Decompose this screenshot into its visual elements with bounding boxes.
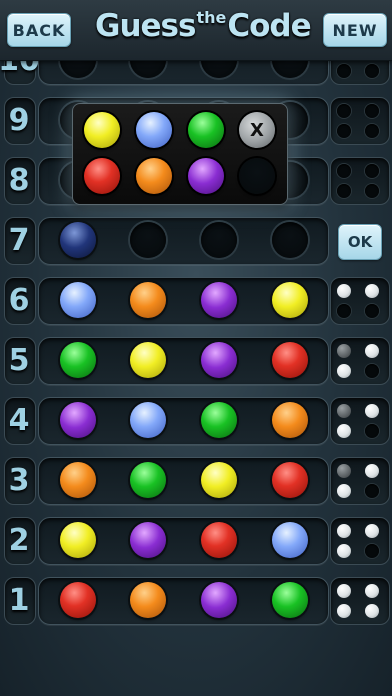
blue-peg xyxy=(130,402,166,438)
row-number: 3 xyxy=(8,462,30,498)
row-number: 1 xyxy=(8,582,30,618)
feedback-peg-white xyxy=(365,524,379,538)
color-option-green[interactable] xyxy=(188,112,224,148)
feedback-peg-empty xyxy=(365,544,379,558)
ok-button[interactable]: OK xyxy=(338,224,382,260)
feedback-box xyxy=(330,457,390,505)
feedback-peg-white xyxy=(365,284,379,298)
yellow-peg xyxy=(60,522,96,558)
feedback-peg-empty xyxy=(365,304,379,318)
row-number: 4 xyxy=(8,402,30,438)
feedback-peg-empty xyxy=(365,364,379,378)
feedback-box xyxy=(330,277,390,325)
feedback-box xyxy=(330,337,390,385)
color-option-purple[interactable] xyxy=(188,158,224,194)
feedback-peg-empty xyxy=(337,124,351,138)
feedback-peg-empty xyxy=(365,484,379,498)
feedback-peg-empty xyxy=(337,104,351,118)
feedback-peg-empty xyxy=(365,424,379,438)
red-peg xyxy=(272,342,308,378)
feedback-peg-white xyxy=(337,584,351,598)
red-peg xyxy=(60,582,96,618)
title-guess: Guess xyxy=(95,8,196,44)
feedback-peg-white xyxy=(365,344,379,358)
new-game-button[interactable]: NEW xyxy=(323,13,387,47)
color-option-orange[interactable] xyxy=(136,158,172,194)
feedback-box xyxy=(330,577,390,625)
row-number: 6 xyxy=(8,282,30,318)
feedback-box xyxy=(330,517,390,565)
feedback-peg-white xyxy=(365,464,379,478)
purple-peg xyxy=(130,522,166,558)
purple-peg xyxy=(201,582,237,618)
yellow-peg xyxy=(130,342,166,378)
feedback-peg-white xyxy=(337,604,351,618)
empty-peg-slot[interactable] xyxy=(201,222,237,258)
title-the: the xyxy=(196,8,227,27)
back-button[interactable]: BACK xyxy=(7,13,71,47)
green-peg xyxy=(272,582,308,618)
app-title: GuesstheCode xyxy=(95,8,312,52)
purple-peg xyxy=(201,342,237,378)
feedback-peg-empty xyxy=(337,64,351,78)
row-number: 5 xyxy=(8,342,30,378)
green-peg xyxy=(130,462,166,498)
feedback-peg-white xyxy=(337,424,351,438)
color-option-yellow[interactable] xyxy=(84,112,120,148)
feedback-peg-white xyxy=(337,484,351,498)
feedback-peg-grey xyxy=(337,344,351,358)
purple-peg xyxy=(60,402,96,438)
empty-peg-slot[interactable] xyxy=(130,222,166,258)
yellow-peg xyxy=(201,462,237,498)
feedback-peg-white xyxy=(365,404,379,418)
color-picker-popup: X xyxy=(72,103,288,205)
green-peg xyxy=(60,342,96,378)
color-option-red[interactable] xyxy=(84,158,120,194)
orange-peg xyxy=(130,582,166,618)
row-number: 9 xyxy=(8,102,30,138)
clear-icon[interactable]: X xyxy=(239,112,275,148)
feedback-peg-empty xyxy=(365,124,379,138)
color-option-blue[interactable] xyxy=(136,112,172,148)
row-number: 2 xyxy=(8,522,30,558)
header-bar: BACK GuesstheCode NEW xyxy=(0,0,392,61)
orange-peg xyxy=(272,402,308,438)
feedback-peg-white xyxy=(365,584,379,598)
navy-peg[interactable] xyxy=(60,222,96,258)
empty-peg-slot[interactable] xyxy=(272,222,308,258)
row-number: 7 xyxy=(8,222,30,258)
feedback-peg-empty xyxy=(337,304,351,318)
feedback-peg-white xyxy=(337,364,351,378)
green-peg xyxy=(201,402,237,438)
red-peg xyxy=(272,462,308,498)
feedback-peg-empty xyxy=(337,184,351,198)
feedback-peg-white xyxy=(337,544,351,558)
blue-peg xyxy=(272,522,308,558)
feedback-peg-empty xyxy=(365,104,379,118)
feedback-peg-grey xyxy=(337,464,351,478)
feedback-peg-white xyxy=(337,284,351,298)
empty-color-option[interactable] xyxy=(239,158,275,194)
feedback-peg-empty xyxy=(337,164,351,178)
feedback-box xyxy=(330,397,390,445)
purple-peg xyxy=(201,282,237,318)
red-peg xyxy=(201,522,237,558)
feedback-peg-empty xyxy=(365,184,379,198)
feedback-peg-empty xyxy=(365,64,379,78)
yellow-peg xyxy=(272,282,308,318)
orange-peg xyxy=(130,282,166,318)
feedback-box xyxy=(330,97,390,145)
feedback-peg-empty xyxy=(365,164,379,178)
row-number: 8 xyxy=(8,162,30,198)
orange-peg xyxy=(60,462,96,498)
title-code: Code xyxy=(227,8,311,44)
feedback-box xyxy=(330,157,390,205)
blue-peg xyxy=(60,282,96,318)
feedback-peg-white xyxy=(337,524,351,538)
feedback-peg-grey xyxy=(337,404,351,418)
feedback-peg-white xyxy=(365,604,379,618)
